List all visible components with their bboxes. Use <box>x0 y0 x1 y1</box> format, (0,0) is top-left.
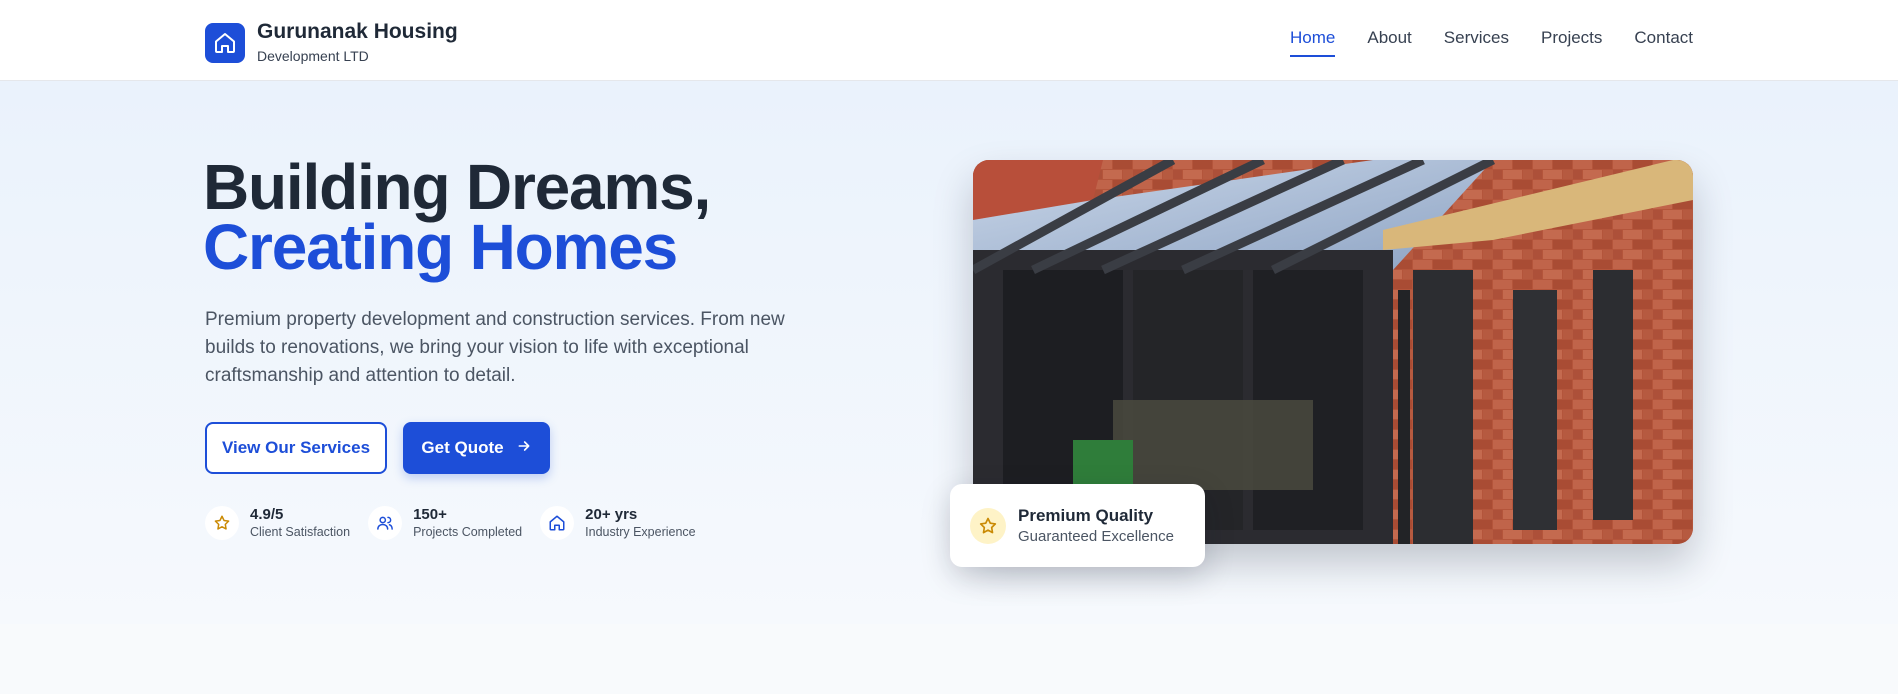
site-header: Gurunanak Housing Development LTD Home A… <box>0 0 1898 81</box>
stat-item: 150+ Projects Completed <box>368 506 522 540</box>
nav-services[interactable]: Services <box>1444 27 1509 57</box>
headline-line-1: Building Dreams, <box>203 151 711 223</box>
stat-label: Client Satisfaction <box>250 525 351 539</box>
brand-subtitle: Development LTD <box>257 48 369 64</box>
arrow-right-icon <box>516 438 532 459</box>
hero-headline: Building Dreams, Creating Homes <box>203 151 711 283</box>
hero-description: Premium property development and constru… <box>205 309 785 386</box>
next-section <box>0 624 1898 694</box>
stat-item: 20+ yrs Industry Experience <box>540 506 696 540</box>
hero-stats: 4.9/5 Client Satisfaction 150+ Projects … <box>205 506 714 540</box>
users-icon <box>368 506 403 540</box>
nav-about[interactable]: About <box>1367 27 1411 57</box>
stat-value: 20+ yrs <box>585 506 638 523</box>
stat-item: 4.9/5 Client Satisfaction <box>205 506 350 540</box>
nav-projects[interactable]: Projects <box>1541 27 1602 57</box>
quality-title: Premium Quality <box>1018 505 1154 525</box>
get-quote-label: Get Quote <box>421 438 504 457</box>
brand-logo[interactable]: Gurunanak Housing Development LTD <box>205 20 458 65</box>
brand-name: Gurunanak Housing <box>257 20 458 43</box>
stat-label: Projects Completed <box>413 525 523 539</box>
quality-card: Premium Quality Guaranteed Excellence <box>950 484 1205 567</box>
stat-value: 150+ <box>413 506 447 523</box>
quality-subtitle: Guaranteed Excellence <box>1018 527 1174 545</box>
headline-line-2: Creating Homes <box>203 211 678 283</box>
stat-label: Industry Experience <box>585 525 696 539</box>
view-services-button[interactable]: View Our Services <box>205 422 387 474</box>
main-nav: Home About Services Projects Contact <box>1290 27 1693 57</box>
stat-value: 4.9/5 <box>250 506 284 523</box>
star-icon <box>970 507 1006 544</box>
star-icon <box>205 506 239 540</box>
house-icon <box>540 506 575 540</box>
nav-contact[interactable]: Contact <box>1634 27 1693 57</box>
house-icon <box>205 22 245 63</box>
get-quote-button[interactable]: Get Quote <box>403 422 550 474</box>
nav-home[interactable]: Home <box>1290 27 1336 57</box>
